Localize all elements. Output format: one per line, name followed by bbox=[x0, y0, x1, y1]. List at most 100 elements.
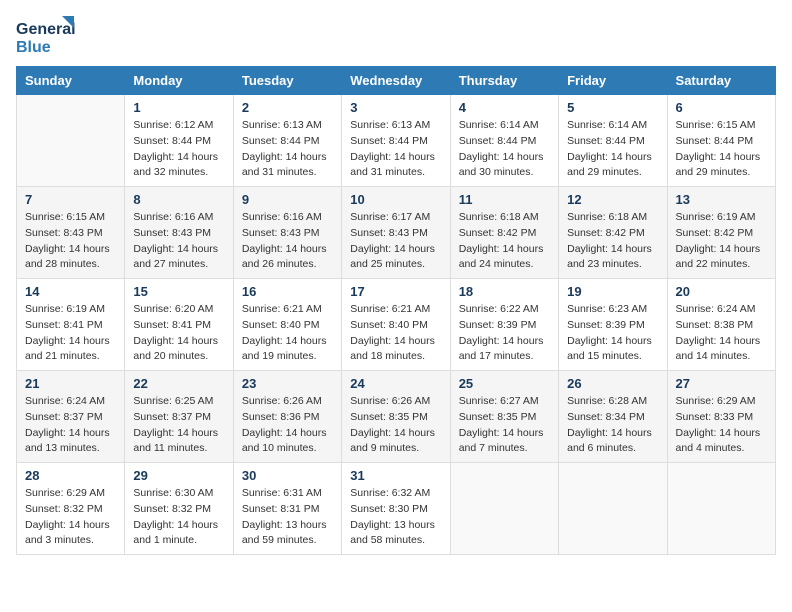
day-info: Sunrise: 6:22 AMSunset: 8:39 PMDaylight:… bbox=[459, 302, 550, 365]
day-number: 20 bbox=[676, 284, 767, 299]
day-info: Sunrise: 6:14 AMSunset: 8:44 PMDaylight:… bbox=[567, 118, 658, 181]
header-sunday: Sunday bbox=[17, 67, 125, 95]
calendar-cell: 20 Sunrise: 6:24 AMSunset: 8:38 PMDayligh… bbox=[667, 279, 775, 371]
calendar-cell: 2 Sunrise: 6:13 AMSunset: 8:44 PMDaylight… bbox=[233, 95, 341, 187]
day-number: 15 bbox=[133, 284, 224, 299]
logo: GeneralBlue bbox=[16, 16, 76, 58]
day-number: 5 bbox=[567, 100, 658, 115]
day-info: Sunrise: 6:18 AMSunset: 8:42 PMDaylight:… bbox=[459, 210, 550, 273]
day-number: 17 bbox=[350, 284, 441, 299]
day-number: 16 bbox=[242, 284, 333, 299]
day-number: 10 bbox=[350, 192, 441, 207]
header-thursday: Thursday bbox=[450, 67, 558, 95]
day-info: Sunrise: 6:21 AMSunset: 8:40 PMDaylight:… bbox=[350, 302, 441, 365]
day-number: 9 bbox=[242, 192, 333, 207]
calendar-cell: 16 Sunrise: 6:21 AMSunset: 8:40 PMDayligh… bbox=[233, 279, 341, 371]
day-info: Sunrise: 6:20 AMSunset: 8:41 PMDaylight:… bbox=[133, 302, 224, 365]
day-number: 19 bbox=[567, 284, 658, 299]
calendar-cell: 21Sunrise: 6:24 AMSunset: 8:37 PMDayligh… bbox=[17, 371, 125, 463]
day-number: 29 bbox=[133, 468, 224, 483]
day-info: Sunrise: 6:15 AMSunset: 8:43 PMDaylight:… bbox=[25, 210, 116, 273]
calendar-cell: 24Sunrise: 6:26 AMSunset: 8:35 PMDayligh… bbox=[342, 371, 450, 463]
day-number: 6 bbox=[676, 100, 767, 115]
week-row-3: 14Sunrise: 6:19 AMSunset: 8:41 PMDayligh… bbox=[17, 279, 776, 371]
day-number: 4 bbox=[459, 100, 550, 115]
day-number: 26 bbox=[567, 376, 658, 391]
calendar-cell: 7 Sunrise: 6:15 AMSunset: 8:43 PMDaylight… bbox=[17, 187, 125, 279]
header-monday: Monday bbox=[125, 67, 233, 95]
calendar-cell: 9 Sunrise: 6:16 AMSunset: 8:43 PMDaylight… bbox=[233, 187, 341, 279]
day-number: 27 bbox=[676, 376, 767, 391]
calendar-cell: 22 Sunrise: 6:25 AMSunset: 8:37 PMDayligh… bbox=[125, 371, 233, 463]
day-number: 22 bbox=[133, 376, 224, 391]
day-info: Sunrise: 6:26 AMSunset: 8:36 PMDaylight:… bbox=[242, 394, 333, 457]
day-info: Sunrise: 6:13 AMSunset: 8:44 PMDaylight:… bbox=[242, 118, 333, 181]
calendar-cell: 28Sunrise: 6:29 AMSunset: 8:32 PMDayligh… bbox=[17, 463, 125, 555]
day-info: Sunrise: 6:24 AMSunset: 8:38 PMDaylight:… bbox=[676, 302, 767, 365]
day-info: Sunrise: 6:32 AMSunset: 8:30 PMDaylight:… bbox=[350, 486, 441, 549]
calendar-cell: 23Sunrise: 6:26 AMSunset: 8:36 PMDayligh… bbox=[233, 371, 341, 463]
day-number: 11 bbox=[459, 192, 550, 207]
calendar-cell: 15 Sunrise: 6:20 AMSunset: 8:41 PMDayligh… bbox=[125, 279, 233, 371]
header-saturday: Saturday bbox=[667, 67, 775, 95]
calendar-cell bbox=[450, 463, 558, 555]
logo-svg: GeneralBlue bbox=[16, 16, 76, 58]
calendar-cell: 31 Sunrise: 6:32 AMSunset: 8:30 PMDayligh… bbox=[342, 463, 450, 555]
calendar-cell: 11 Sunrise: 6:18 AMSunset: 8:42 PMDayligh… bbox=[450, 187, 558, 279]
day-info: Sunrise: 6:15 AMSunset: 8:44 PMDaylight:… bbox=[676, 118, 767, 181]
day-info: Sunrise: 6:18 AMSunset: 8:42 PMDaylight:… bbox=[567, 210, 658, 273]
day-info: Sunrise: 6:16 AMSunset: 8:43 PMDaylight:… bbox=[242, 210, 333, 273]
day-info: Sunrise: 6:28 AMSunset: 8:34 PMDaylight:… bbox=[567, 394, 658, 457]
svg-text:General: General bbox=[16, 21, 76, 38]
day-number: 12 bbox=[567, 192, 658, 207]
day-info: Sunrise: 6:30 AMSunset: 8:32 PMDaylight:… bbox=[133, 486, 224, 549]
day-info: Sunrise: 6:29 AMSunset: 8:33 PMDaylight:… bbox=[676, 394, 767, 457]
day-number: 3 bbox=[350, 100, 441, 115]
calendar-cell: 25Sunrise: 6:27 AMSunset: 8:35 PMDayligh… bbox=[450, 371, 558, 463]
calendar-cell: 4 Sunrise: 6:14 AMSunset: 8:44 PMDaylight… bbox=[450, 95, 558, 187]
calendar-cell: 5 Sunrise: 6:14 AMSunset: 8:44 PMDaylight… bbox=[559, 95, 667, 187]
calendar-cell: 17 Sunrise: 6:21 AMSunset: 8:40 PMDayligh… bbox=[342, 279, 450, 371]
header-friday: Friday bbox=[559, 67, 667, 95]
day-number: 13 bbox=[676, 192, 767, 207]
calendar-cell: 3Sunrise: 6:13 AMSunset: 8:44 PMDaylight… bbox=[342, 95, 450, 187]
calendar-cell: 26 Sunrise: 6:28 AMSunset: 8:34 PMDayligh… bbox=[559, 371, 667, 463]
day-number: 1 bbox=[133, 100, 224, 115]
day-info: Sunrise: 6:29 AMSunset: 8:32 PMDaylight:… bbox=[25, 486, 116, 549]
day-number: 18 bbox=[459, 284, 550, 299]
day-info: Sunrise: 6:14 AMSunset: 8:44 PMDaylight:… bbox=[459, 118, 550, 181]
day-info: Sunrise: 6:27 AMSunset: 8:35 PMDaylight:… bbox=[459, 394, 550, 457]
calendar-cell bbox=[667, 463, 775, 555]
day-info: Sunrise: 6:21 AMSunset: 8:40 PMDaylight:… bbox=[242, 302, 333, 365]
day-number: 31 bbox=[350, 468, 441, 483]
calendar-cell: 12 Sunrise: 6:18 AMSunset: 8:42 PMDayligh… bbox=[559, 187, 667, 279]
day-info: Sunrise: 6:31 AMSunset: 8:31 PMDaylight:… bbox=[242, 486, 333, 549]
day-info: Sunrise: 6:12 AMSunset: 8:44 PMDaylight:… bbox=[133, 118, 224, 181]
day-number: 21 bbox=[25, 376, 116, 391]
day-info: Sunrise: 6:16 AMSunset: 8:43 PMDaylight:… bbox=[133, 210, 224, 273]
calendar-cell: 14Sunrise: 6:19 AMSunset: 8:41 PMDayligh… bbox=[17, 279, 125, 371]
day-info: Sunrise: 6:23 AMSunset: 8:39 PMDaylight:… bbox=[567, 302, 658, 365]
calendar-table: SundayMondayTuesdayWednesdayThursdayFrid… bbox=[16, 66, 776, 555]
calendar-cell: 1 Sunrise: 6:12 AMSunset: 8:44 PMDaylight… bbox=[125, 95, 233, 187]
calendar-cell: 19 Sunrise: 6:23 AMSunset: 8:39 PMDayligh… bbox=[559, 279, 667, 371]
calendar-cell: 27 Sunrise: 6:29 AMSunset: 8:33 PMDayligh… bbox=[667, 371, 775, 463]
day-number: 2 bbox=[242, 100, 333, 115]
header-wednesday: Wednesday bbox=[342, 67, 450, 95]
week-row-1: 1 Sunrise: 6:12 AMSunset: 8:44 PMDaylight… bbox=[17, 95, 776, 187]
calendar-cell: 10Sunrise: 6:17 AMSunset: 8:43 PMDayligh… bbox=[342, 187, 450, 279]
week-row-4: 21Sunrise: 6:24 AMSunset: 8:37 PMDayligh… bbox=[17, 371, 776, 463]
day-number: 30 bbox=[242, 468, 333, 483]
day-number: 8 bbox=[133, 192, 224, 207]
calendar-cell: 30 Sunrise: 6:31 AMSunset: 8:31 PMDayligh… bbox=[233, 463, 341, 555]
day-number: 7 bbox=[25, 192, 116, 207]
calendar-cell: 13 Sunrise: 6:19 AMSunset: 8:42 PMDayligh… bbox=[667, 187, 775, 279]
calendar-cell: 29 Sunrise: 6:30 AMSunset: 8:32 PMDayligh… bbox=[125, 463, 233, 555]
day-info: Sunrise: 6:25 AMSunset: 8:37 PMDaylight:… bbox=[133, 394, 224, 457]
calendar-cell: 6 Sunrise: 6:15 AMSunset: 8:44 PMDaylight… bbox=[667, 95, 775, 187]
day-info: Sunrise: 6:19 AMSunset: 8:42 PMDaylight:… bbox=[676, 210, 767, 273]
header-tuesday: Tuesday bbox=[233, 67, 341, 95]
day-number: 24 bbox=[350, 376, 441, 391]
page-header: GeneralBlue bbox=[16, 16, 776, 58]
calendar-cell: 18 Sunrise: 6:22 AMSunset: 8:39 PMDayligh… bbox=[450, 279, 558, 371]
